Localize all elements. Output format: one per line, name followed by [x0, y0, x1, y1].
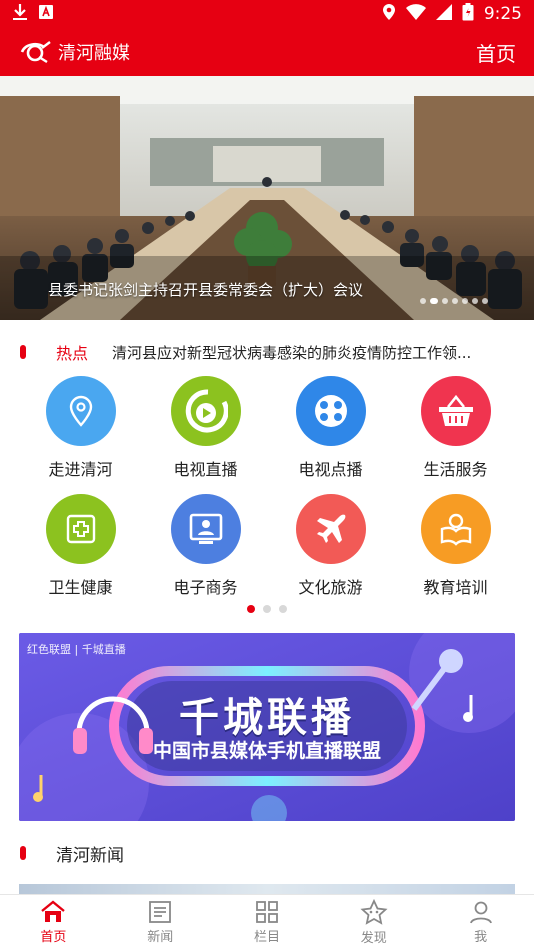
signal-icon — [435, 4, 452, 24]
service-ecommerce[interactable]: 电子商务 — [143, 494, 268, 602]
banner-indicator — [420, 298, 488, 304]
news-section-header: 清河新闻 — [0, 840, 534, 866]
pager-dot[interactable] — [263, 605, 271, 613]
clock: 9:25 — [483, 4, 522, 24]
tv-live-icon — [170, 376, 241, 446]
hot-news-ticker[interactable]: 热点 清河县应对新型冠状病毒感染的肺炎疫情防控工作领... — [0, 338, 534, 366]
monitor-user-icon — [170, 494, 241, 564]
service-label: 生活服务 — [423, 460, 488, 479]
section-marker — [20, 846, 26, 860]
home-icon — [41, 900, 66, 922]
banner-dot — [462, 298, 468, 304]
pager-dot[interactable] — [247, 605, 255, 613]
banner-carousel[interactable]: 县委书记张剑主持召开县委常委会（扩大）会议 — [0, 76, 534, 320]
section-title: 清河新闻 — [56, 845, 124, 866]
tab-discover[interactable]: 发现 — [320, 895, 427, 950]
promo-title: 千城联播 — [179, 695, 355, 741]
battery-icon — [462, 3, 474, 25]
service-culture-travel[interactable]: 文化旅游 — [268, 494, 393, 602]
brand-name: 清河融媒 — [58, 43, 130, 64]
banner-dot — [430, 298, 438, 304]
service-label: 教育培训 — [423, 578, 488, 597]
tab-columns[interactable]: 栏目 — [214, 895, 321, 950]
bottom-tab-bar: 首页 新闻 栏目 发现 我 — [0, 894, 534, 950]
app-header: 清河融媒 首页 — [0, 28, 534, 76]
services-grid: 走进清河 电视直播 电视点播 生活服务 卫生健康 电子商务 文化旅游 教育培训 — [18, 376, 518, 602]
location-pin-icon — [45, 376, 116, 446]
banner-dot — [420, 298, 426, 304]
promo-banner[interactable]: 红色联盟 | 千城直播 千城联播 中国市县媒体手机直播联盟 — [19, 633, 515, 821]
banner-dot — [472, 298, 478, 304]
service-education[interactable]: 教育培训 — [393, 494, 518, 602]
app-notification-icon — [38, 4, 54, 24]
tab-label: 新闻 — [147, 930, 174, 945]
section-marker — [20, 345, 26, 359]
banner-dot — [482, 298, 488, 304]
promo-subtitle: 中国市县媒体手机直播联盟 — [152, 740, 381, 762]
service-label: 走进清河 — [48, 460, 113, 479]
service-life[interactable]: 生活服务 — [393, 376, 518, 484]
tab-me[interactable]: 我 — [427, 895, 534, 950]
discover-star-icon — [360, 899, 388, 925]
profile-icon — [469, 901, 492, 924]
medical-cross-icon — [45, 494, 116, 564]
service-zoujin-qinghe[interactable]: 走进清河 — [18, 376, 143, 484]
services-pager — [0, 605, 534, 613]
service-label: 卫生健康 — [48, 578, 113, 597]
tab-label: 发现 — [360, 931, 387, 946]
tab-label: 栏目 — [253, 930, 280, 945]
promo-tag: 红色联盟 | 千城直播 — [27, 643, 126, 656]
service-health[interactable]: 卫生健康 — [18, 494, 143, 602]
status-bar: 9:25 — [0, 0, 534, 28]
tab-home[interactable]: 首页 — [0, 895, 107, 950]
wifi-icon — [405, 4, 426, 24]
banner-dot — [452, 298, 458, 304]
reading-icon — [420, 494, 491, 564]
newspaper-icon — [149, 901, 172, 923]
service-tv-live[interactable]: 电视直播 — [143, 376, 268, 484]
tab-news[interactable]: 新闻 — [107, 895, 214, 950]
hot-tag: 热点 — [56, 344, 89, 363]
banner-dot — [442, 298, 448, 304]
pager-dot[interactable] — [279, 605, 287, 613]
tab-label: 首页 — [40, 930, 67, 945]
download-icon — [12, 3, 28, 25]
service-tv-vod[interactable]: 电视点播 — [268, 376, 393, 484]
airplane-icon — [295, 494, 366, 564]
shopping-basket-icon — [420, 376, 491, 446]
service-label: 文化旅游 — [298, 578, 363, 597]
service-label: 电视点播 — [298, 460, 363, 479]
location-status-icon — [382, 3, 396, 25]
film-reel-icon — [295, 376, 366, 446]
hot-headline[interactable]: 清河县应对新型冠状病毒感染的肺炎疫情防控工作领... — [112, 342, 502, 363]
grid-icon — [256, 901, 278, 923]
banner-caption: 县委书记张剑主持召开县委常委会（扩大）会议 — [48, 281, 364, 299]
service-label: 电子商务 — [173, 578, 238, 597]
brand-logo-icon — [20, 41, 51, 64]
home-link[interactable]: 首页 — [476, 38, 516, 67]
tab-label: 我 — [474, 930, 488, 945]
brand: 清河融媒 — [18, 39, 130, 65]
service-label: 电视直播 — [173, 460, 238, 479]
